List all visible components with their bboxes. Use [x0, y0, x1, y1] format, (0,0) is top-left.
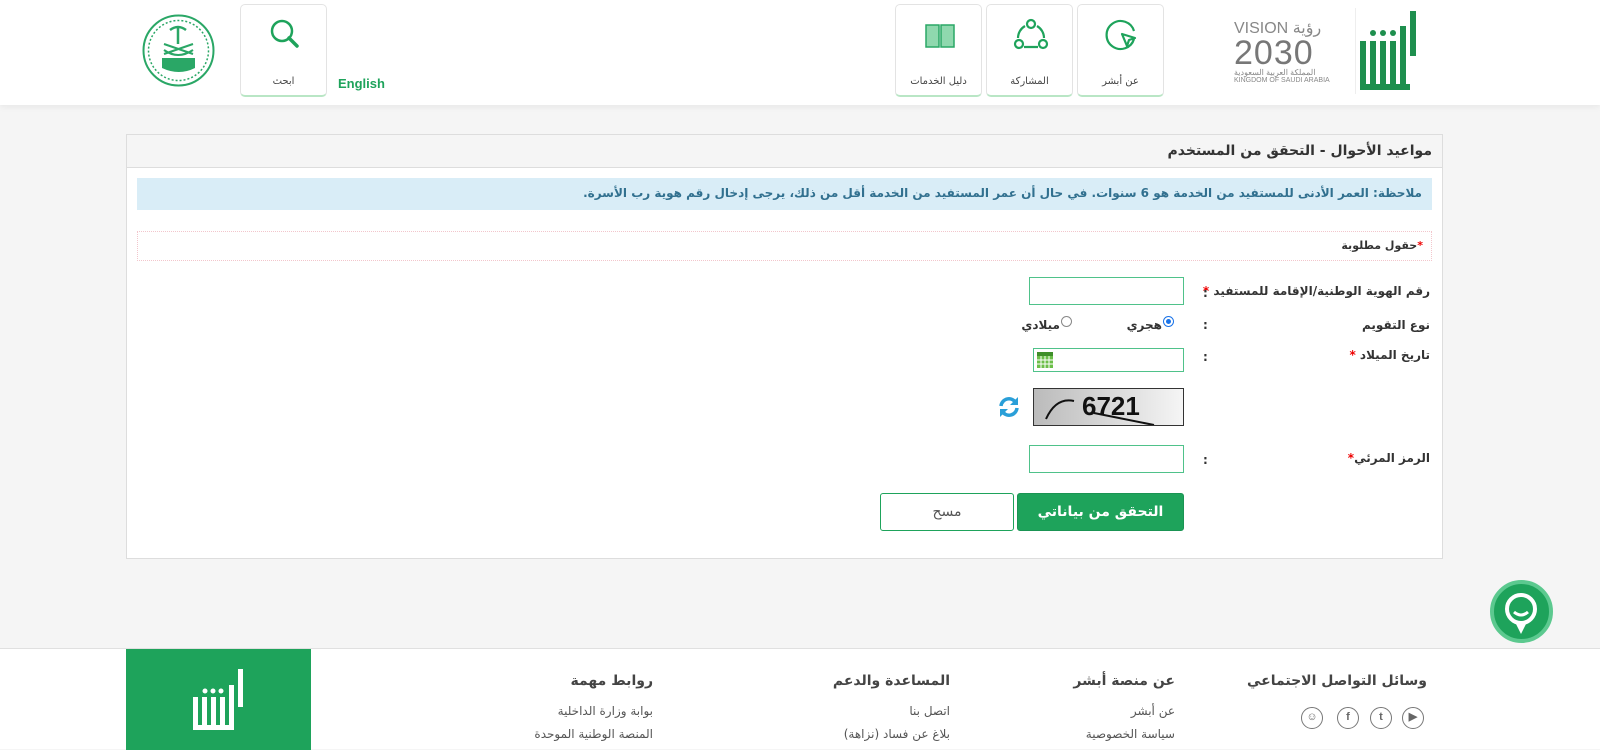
language-link[interactable]: English	[338, 76, 385, 91]
nav-participation[interactable]: المشاركة	[986, 4, 1073, 97]
required-fields-note: *حقول مطلوبة	[137, 231, 1432, 261]
colon: :	[1203, 318, 1208, 332]
calendar-icon[interactable]	[1037, 352, 1053, 368]
footer-link[interactable]: المنصة الوطنية الموحدة	[534, 727, 653, 741]
panel-title: مواعيد الأحوال - التحقق من المستخدم	[127, 135, 1442, 168]
radio-gregorian-label: ميلادي	[1021, 318, 1060, 332]
footer-about-title: عن منصة أبشر	[1073, 673, 1175, 689]
colon: :	[1203, 350, 1208, 364]
nav-label: المشاركة	[1010, 76, 1049, 87]
footer-support-title: المساعدة والدعم	[832, 673, 950, 689]
vision-en: KINGDOM OF SAUDI ARABIA	[1234, 77, 1330, 84]
id-label-text: رقم الهوية الوطنية/الإقامة للمستفيد	[1213, 284, 1430, 298]
footer-abshir-logo	[126, 649, 311, 750]
required-star: *	[1417, 239, 1423, 252]
radio-hijri-label: هجري	[1126, 318, 1162, 332]
visual-code-label: الرمز المرئي*	[1348, 451, 1430, 465]
visual-code-input[interactable]	[1029, 445, 1184, 473]
dob-label: تاريخ الميلاد *	[1349, 348, 1430, 362]
abshir-logo[interactable]	[1354, 6, 1420, 96]
nav-about-abshir[interactable]: عن أبشر	[1077, 4, 1164, 97]
radio-gregorian-circle[interactable]	[1061, 315, 1072, 327]
verify-button[interactable]: التحقق من بياناتي	[1017, 493, 1184, 531]
book-icon	[925, 24, 955, 48]
search-icon	[270, 19, 299, 48]
facebook-icon[interactable]: f	[1337, 707, 1359, 729]
radio-hijri[interactable]: هجري	[1126, 315, 1174, 332]
snapchat-icon[interactable]: ☺	[1301, 707, 1323, 729]
share-nodes-icon	[1013, 18, 1049, 50]
search-label: ابحث	[272, 76, 295, 87]
age-note-alert: ملاحظة: العمر الأدنى للمستفيد من الخدمة …	[137, 178, 1432, 210]
footer-link[interactable]: عن أبشر	[1131, 704, 1175, 718]
colon: :	[1203, 453, 1208, 467]
clear-button[interactable]: مسح	[880, 493, 1014, 531]
required-star: *	[1349, 348, 1356, 362]
chat-support-button[interactable]	[1490, 580, 1553, 643]
footer-link[interactable]: سياسة الخصوصية	[1086, 727, 1175, 741]
header: VISION رؤية 2030 المملكة العربية السعودي…	[0, 0, 1600, 105]
footer-social-title: وسائل التواصل الاجتماعي	[1247, 673, 1427, 689]
calendar-type-label: نوع التقويم	[1362, 318, 1430, 332]
footer-link[interactable]: بوابة وزارة الداخلية	[558, 704, 653, 718]
youtube-icon[interactable]: ▶	[1402, 707, 1424, 729]
ministry-emblem-logo[interactable]	[142, 14, 215, 87]
footer-link[interactable]: اتصل بنا	[909, 704, 950, 718]
nav-label: عن أبشر	[1102, 76, 1139, 87]
dob-label-text: تاريخ الميلاد	[1359, 348, 1430, 362]
footer-link[interactable]: بلاغ عن فساد (نزاهة)	[844, 727, 950, 741]
captcha-text: 6721	[1082, 391, 1140, 421]
dob-input[interactable]	[1033, 348, 1184, 372]
visual-code-label-text: الرمز المرئي	[1354, 451, 1430, 465]
footer: وسائل التواصل الاجتماعي ▶ t f ☺ عن منصة …	[0, 648, 1600, 750]
captcha-image: 6721	[1033, 388, 1184, 426]
cursor-circle-icon	[1105, 19, 1137, 51]
twitter-icon[interactable]: t	[1370, 707, 1392, 729]
radio-gregorian[interactable]: ميلادي	[1021, 315, 1072, 332]
footer-links-title: روابط مهمة	[570, 673, 653, 689]
search-button[interactable]: ابحث	[240, 4, 327, 97]
id-number-input[interactable]	[1029, 277, 1184, 305]
nav-services-guide[interactable]: دليل الخدمات	[895, 4, 982, 97]
nav-label: دليل الخدمات	[910, 76, 967, 87]
refresh-icon[interactable]	[998, 396, 1020, 418]
colon: :	[1203, 286, 1208, 300]
vision-ar: المملكة العربية السعودية	[1234, 68, 1316, 77]
user-verification-panel: مواعيد الأحوال - التحقق من المستخدم ملاح…	[126, 134, 1443, 559]
chatbot-icon	[1505, 593, 1537, 634]
required-text: حقول مطلوبة	[1341, 239, 1418, 252]
id-label: رقم الهوية الوطنية/الإقامة للمستفيد *	[1203, 284, 1430, 298]
vision-2030-logo: VISION رؤية 2030 المملكة العربية السعودي…	[1234, 18, 1346, 94]
vision-year: 2030	[1234, 34, 1314, 72]
radio-hijri-circle[interactable]	[1163, 315, 1174, 327]
